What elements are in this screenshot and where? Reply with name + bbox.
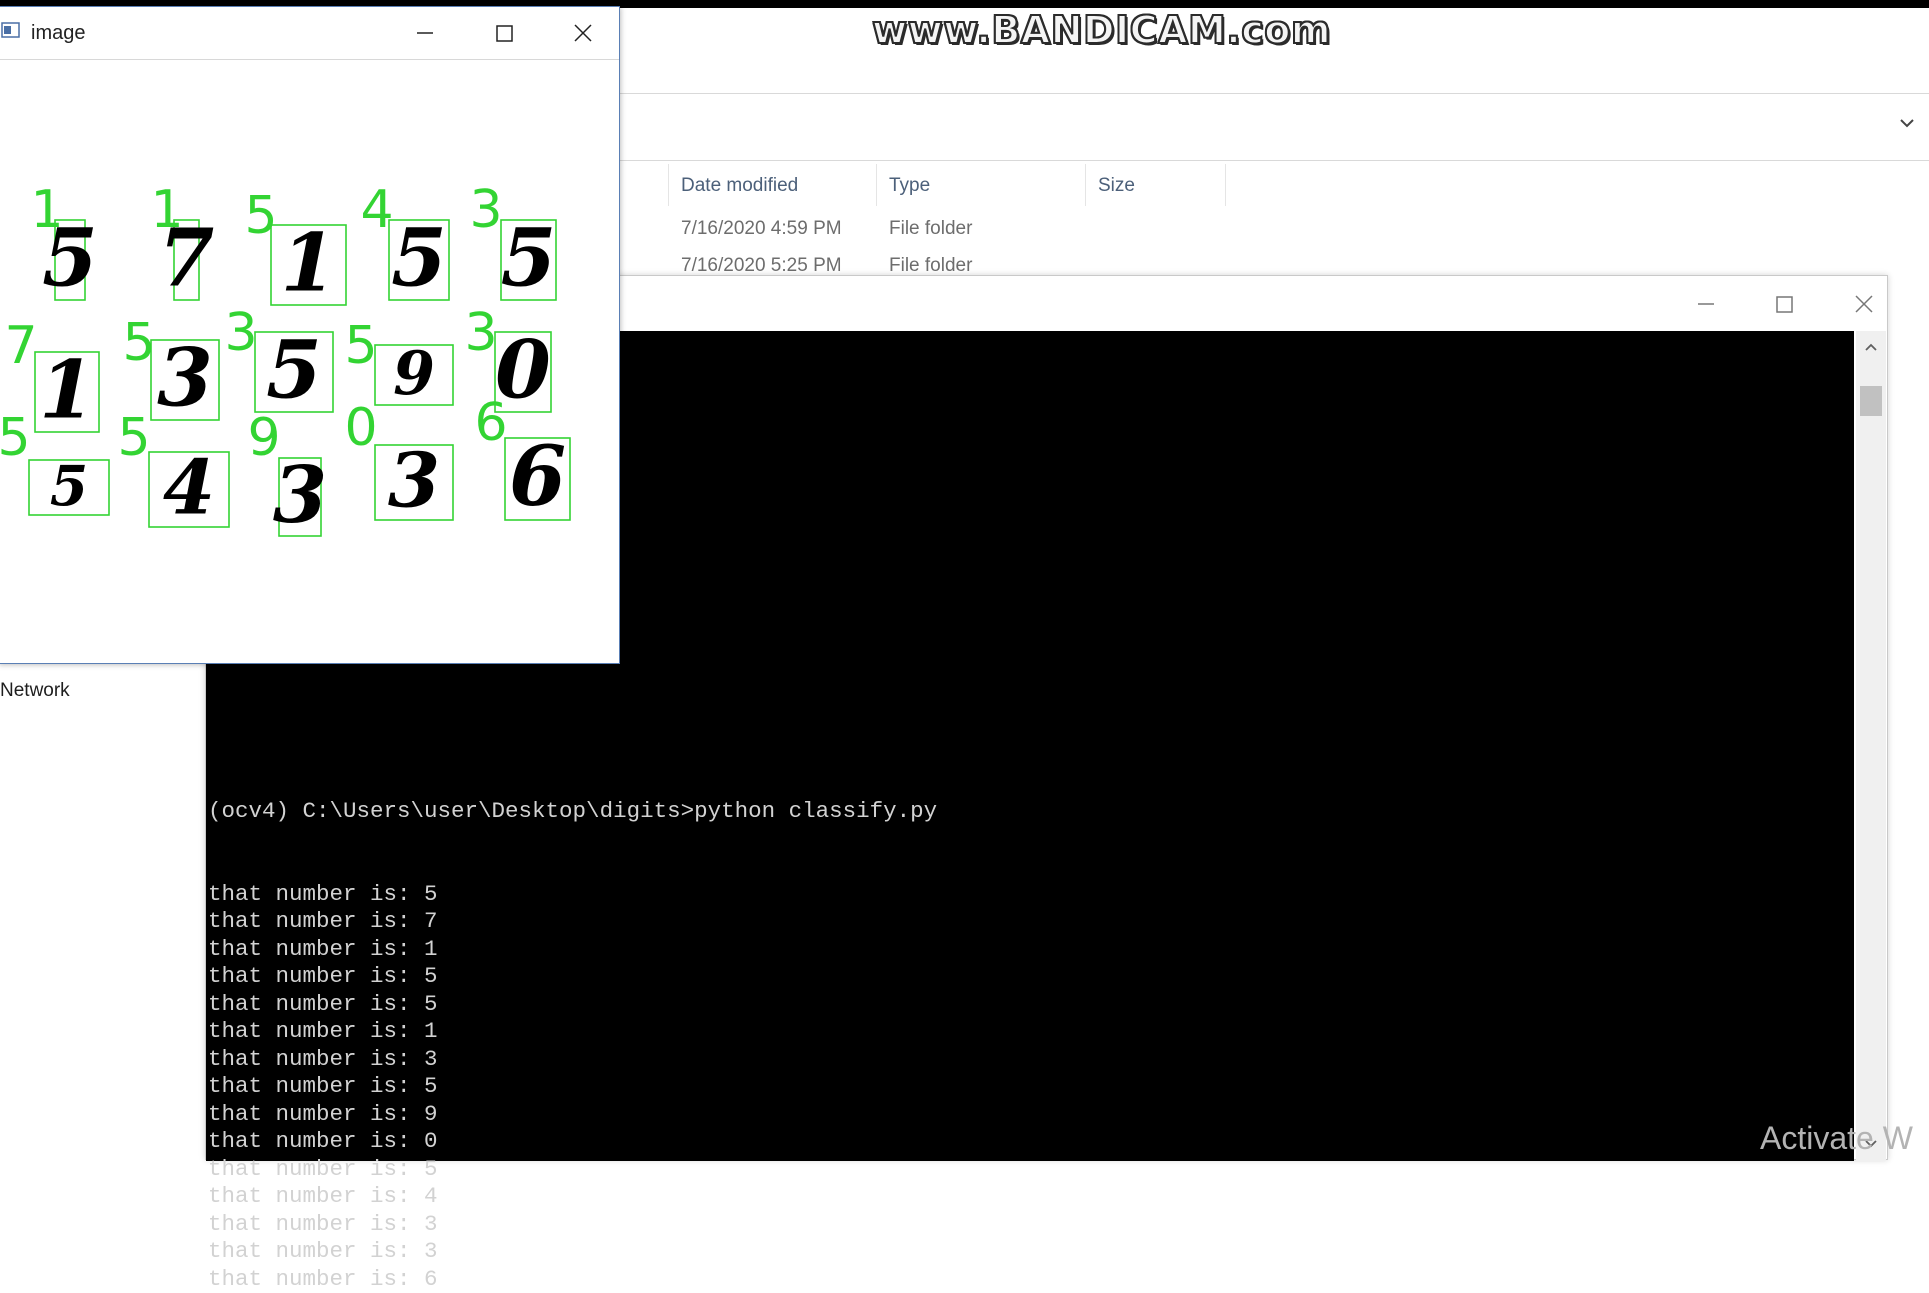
digit-detection-image: 517115545317355395035545393066 [0,60,619,663]
predicted-label: 1 [30,180,63,240]
predicted-label: 5 [244,186,277,246]
close-button[interactable] [1844,284,1884,324]
console-output-line: that number is: 3 [208,1211,937,1239]
column-separator [668,164,669,206]
file-row-date[interactable]: 7/16/2020 5:25 PM [681,255,842,277]
minimize-button[interactable] [405,13,445,53]
chevron-down-icon[interactable] [1897,113,1917,133]
console-output-line: that number is: 1 [208,1018,937,1046]
predicted-label: 9 [247,408,280,468]
image-window-title: image [31,22,85,45]
image-window: image 517115545317355395035545393066 [0,6,620,664]
console-output-line: that number is: 5 [208,991,937,1019]
console-output-line: that number is: 3 [208,1238,937,1266]
console-output-line: that number is: 0 [208,1128,937,1156]
handwritten-digit: 6 [509,429,566,525]
handwritten-digit: 5 [501,211,557,305]
predicted-label: 5 [117,408,150,468]
console-output-line: that number is: 3 [208,1046,937,1074]
predicted-label: 3 [469,180,502,240]
address-bar-bottom-border [619,160,1929,161]
maximize-button[interactable] [1764,284,1804,324]
console-output-line: that number is: 9 [208,1101,937,1129]
handwritten-digit: 3 [157,331,213,425]
console-output-line: that number is: 1 [208,936,937,964]
minimize-button[interactable] [1686,284,1726,324]
windows-activation-watermark: Activate W [1760,1120,1913,1157]
console-output-line: that number is: 5 [208,1073,937,1101]
handwritten-digit: 5 [266,323,322,417]
predicted-label: 7 [4,316,37,376]
handwritten-digit: 4 [163,444,215,532]
file-row-type[interactable]: File folder [889,218,972,240]
app-icon [1,21,21,39]
console-output-line: that number is: 7 [208,908,937,936]
close-button[interactable] [563,13,603,53]
column-separator [876,164,877,206]
predicted-label: 1 [150,180,183,240]
predicted-label: 4 [360,180,393,240]
predicted-label: 3 [464,303,497,363]
handwritten-digit: 5 [391,211,447,305]
column-header-type[interactable]: Type [889,168,930,204]
console-output-line: that number is: 5 [208,881,937,909]
predicted-label: 3 [224,303,257,363]
handwritten-digit: 5 [50,453,88,518]
scroll-up-icon[interactable] [1864,341,1878,355]
column-separator [1085,164,1086,206]
predicted-label: 5 [0,408,31,468]
column-header-date-modified[interactable]: Date modified [681,168,798,204]
predicted-label: 0 [344,398,377,458]
handwritten-digit: 1 [281,216,337,310]
predicted-label: 5 [122,313,155,373]
console-output-line: that number is: 5 [208,963,937,991]
console-prompt-line: (ocv4) C:\Users\user\Desktop\digits>pyth… [208,798,937,826]
file-row-date[interactable]: 7/16/2020 4:59 PM [681,218,842,240]
file-row-type[interactable]: File folder [889,255,972,277]
column-separator [1225,164,1226,206]
image-window-titlebar: image [0,7,619,60]
console-output-line: that number is: 6 [208,1266,937,1293]
nav-item-network[interactable]: Network [0,680,70,702]
console-output-line: that number is: 5 [208,1156,937,1184]
predicted-label: 6 [474,393,507,453]
handwritten-digit: 9 [393,339,435,409]
handwritten-digit: 3 [273,450,327,541]
address-bar-top-border [619,93,1929,94]
console-output-line: that number is: 4 [208,1183,937,1211]
bandicam-watermark: www.BANDICAM.com [872,8,1331,52]
scroll-thumb[interactable] [1860,386,1882,416]
handwritten-digit: 3 [388,437,440,525]
column-header-size[interactable]: Size [1098,168,1135,204]
maximize-button[interactable] [484,13,524,53]
console-text: (ocv4) C:\Users\user\Desktop\digits>pyth… [208,743,937,1293]
vertical-scrollbar[interactable] [1856,331,1886,1161]
handwritten-digit: 1 [39,343,95,437]
predicted-label: 5 [344,316,377,376]
